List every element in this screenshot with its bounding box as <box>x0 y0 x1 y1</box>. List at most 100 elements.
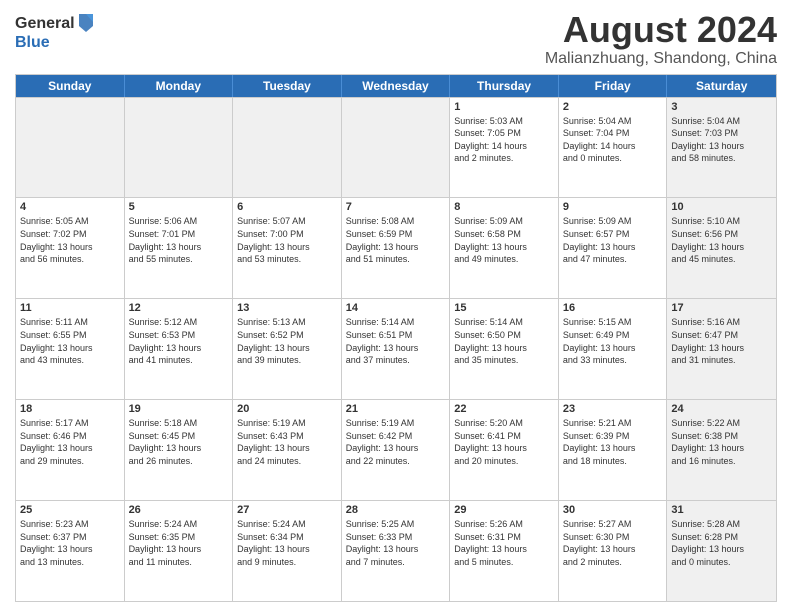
calendar-cell-19: 19Sunrise: 5:18 AM Sunset: 6:45 PM Dayli… <box>125 400 234 500</box>
cell-info: Sunrise: 5:15 AM Sunset: 6:49 PM Dayligh… <box>563 316 663 366</box>
calendar-cell-25: 25 Sunrise: 5:23 AM Sunset: 6:37 PM Dayli… <box>16 501 125 601</box>
cell-info: Sunrise: 5:23 AM Sunset: 6:37 PM Dayligh… <box>20 518 120 568</box>
cell-info: Sunrise: 5:06 AM Sunset: 7:01 PM Dayligh… <box>129 215 229 265</box>
calendar-row-1: 4 Sunrise: 5:05 AM Sunset: 7:02 PM Daylig… <box>16 197 776 298</box>
cell-info: Sunrise: 5:11 AM Sunset: 6:55 PM Dayligh… <box>20 316 120 366</box>
cell-info: Sunrise: 5:20 AM Sunset: 6:41 PM Dayligh… <box>454 417 554 467</box>
day-number: 6 <box>237 201 337 213</box>
logo-icon <box>77 12 95 34</box>
main-title: August 2024 <box>545 10 777 50</box>
day-number: 30 <box>563 504 663 516</box>
cell-info: Sunrise: 5:27 AM Sunset: 6:30 PM Dayligh… <box>563 518 663 568</box>
calendar-cell-7: 7 Sunrise: 5:08 AM Sunset: 6:59 PM Daylig… <box>342 198 451 298</box>
calendar-cell-empty-0 <box>16 98 125 198</box>
day-number: 29 <box>454 504 554 516</box>
cell-info: Sunrise: 5:04 AM Sunset: 7:03 PM Dayligh… <box>671 115 772 165</box>
day-number: 10 <box>671 201 772 213</box>
calendar-row-2: 11 Sunrise: 5:11 AM Sunset: 6:55 PM Dayli… <box>16 298 776 399</box>
day-number: 22 <box>454 403 554 415</box>
cell-info: Sunrise: 5:14 AM Sunset: 6:50 PM Dayligh… <box>454 316 554 366</box>
calendar-cell-4: 4 Sunrise: 5:05 AM Sunset: 7:02 PM Daylig… <box>16 198 125 298</box>
cell-info: Sunrise: 5:16 AM Sunset: 6:47 PM Dayligh… <box>671 316 772 366</box>
page: General Blue August 2024 Malianzhuang, S… <box>0 0 792 612</box>
header-day-friday: Friday <box>559 75 668 97</box>
day-number: 25 <box>20 504 120 516</box>
logo-text: General Blue <box>15 14 95 52</box>
day-number: 27 <box>237 504 337 516</box>
cell-info: Sunrise: 5:12 AM Sunset: 6:53 PM Dayligh… <box>129 316 229 366</box>
day-number: 1 <box>454 101 554 113</box>
day-number: 9 <box>563 201 663 213</box>
cell-info: Sunrise: 5:22 AM Sunset: 6:38 PM Dayligh… <box>671 417 772 467</box>
calendar-cell-17: 17Sunrise: 5:16 AM Sunset: 6:47 PM Dayli… <box>667 299 776 399</box>
header-day-sunday: Sunday <box>16 75 125 97</box>
day-number: 8 <box>454 201 554 213</box>
day-number: 15 <box>454 302 554 314</box>
day-number: 26 <box>129 504 229 516</box>
day-number: 14 <box>346 302 446 314</box>
calendar-cell-26: 26 Sunrise: 5:24 AM Sunset: 6:35 PM Dayli… <box>125 501 234 601</box>
day-number: 2 <box>563 101 663 113</box>
calendar-header: SundayMondayTuesdayWednesdayThursdayFrid… <box>16 75 776 97</box>
day-number: 7 <box>346 201 446 213</box>
cell-info: Sunrise: 5:18 AM Sunset: 6:45 PM Dayligh… <box>129 417 229 467</box>
calendar-cell-9: 9 Sunrise: 5:09 AM Sunset: 6:57 PM Daylig… <box>559 198 668 298</box>
calendar-cell-5: 5 Sunrise: 5:06 AM Sunset: 7:01 PM Daylig… <box>125 198 234 298</box>
header-day-wednesday: Wednesday <box>342 75 451 97</box>
cell-info: Sunrise: 5:14 AM Sunset: 6:51 PM Dayligh… <box>346 316 446 366</box>
calendar-cell-18: 18Sunrise: 5:17 AM Sunset: 6:46 PM Dayli… <box>16 400 125 500</box>
cell-info: Sunrise: 5:21 AM Sunset: 6:39 PM Dayligh… <box>563 417 663 467</box>
calendar-cell-10: 10 Sunrise: 5:10 AM Sunset: 6:56 PM Dayli… <box>667 198 776 298</box>
logo: General Blue <box>15 14 95 52</box>
header-day-tuesday: Tuesday <box>233 75 342 97</box>
calendar-cell-16: 16 Sunrise: 5:15 AM Sunset: 6:49 PM Dayli… <box>559 299 668 399</box>
calendar-cell-22: 22 Sunrise: 5:20 AM Sunset: 6:41 PM Dayli… <box>450 400 559 500</box>
calendar-cell-3: 3Sunrise: 5:04 AM Sunset: 7:03 PM Daylig… <box>667 98 776 198</box>
calendar-cell-23: 23 Sunrise: 5:21 AM Sunset: 6:39 PM Dayli… <box>559 400 668 500</box>
logo-general: General <box>15 15 75 33</box>
calendar-row-3: 18Sunrise: 5:17 AM Sunset: 6:46 PM Dayli… <box>16 399 776 500</box>
day-number: 12 <box>129 302 229 314</box>
day-number: 21 <box>346 403 446 415</box>
calendar-cell-empty-2 <box>233 98 342 198</box>
logo-blue: Blue <box>15 34 95 52</box>
calendar-cell-1: 1Sunrise: 5:03 AM Sunset: 7:05 PM Daylig… <box>450 98 559 198</box>
day-number: 11 <box>20 302 120 314</box>
day-number: 23 <box>563 403 663 415</box>
cell-info: Sunrise: 5:08 AM Sunset: 6:59 PM Dayligh… <box>346 215 446 265</box>
cell-info: Sunrise: 5:04 AM Sunset: 7:04 PM Dayligh… <box>563 115 663 165</box>
header-day-monday: Monday <box>125 75 234 97</box>
calendar-body: 1Sunrise: 5:03 AM Sunset: 7:05 PM Daylig… <box>16 97 776 601</box>
calendar-cell-2: 2 Sunrise: 5:04 AM Sunset: 7:04 PM Daylig… <box>559 98 668 198</box>
day-number: 16 <box>563 302 663 314</box>
cell-info: Sunrise: 5:09 AM Sunset: 6:57 PM Dayligh… <box>563 215 663 265</box>
day-number: 31 <box>671 504 772 516</box>
subtitle: Malianzhuang, Shandong, China <box>545 50 777 68</box>
day-number: 24 <box>671 403 772 415</box>
calendar-cell-31: 31Sunrise: 5:28 AM Sunset: 6:28 PM Dayli… <box>667 501 776 601</box>
cell-info: Sunrise: 5:19 AM Sunset: 6:43 PM Dayligh… <box>237 417 337 467</box>
cell-info: Sunrise: 5:10 AM Sunset: 6:56 PM Dayligh… <box>671 215 772 265</box>
calendar-cell-29: 29Sunrise: 5:26 AM Sunset: 6:31 PM Dayli… <box>450 501 559 601</box>
calendar-cell-empty-1 <box>125 98 234 198</box>
day-number: 5 <box>129 201 229 213</box>
calendar-cell-27: 27Sunrise: 5:24 AM Sunset: 6:34 PM Dayli… <box>233 501 342 601</box>
calendar-cell-empty-3 <box>342 98 451 198</box>
title-block: August 2024 Malianzhuang, Shandong, Chin… <box>545 10 777 68</box>
cell-info: Sunrise: 5:24 AM Sunset: 6:35 PM Dayligh… <box>129 518 229 568</box>
calendar: SundayMondayTuesdayWednesdayThursdayFrid… <box>15 74 777 602</box>
cell-info: Sunrise: 5:19 AM Sunset: 6:42 PM Dayligh… <box>346 417 446 467</box>
day-number: 28 <box>346 504 446 516</box>
calendar-cell-8: 8Sunrise: 5:09 AM Sunset: 6:58 PM Daylig… <box>450 198 559 298</box>
day-number: 4 <box>20 201 120 213</box>
cell-info: Sunrise: 5:05 AM Sunset: 7:02 PM Dayligh… <box>20 215 120 265</box>
calendar-cell-24: 24 Sunrise: 5:22 AM Sunset: 6:38 PM Dayli… <box>667 400 776 500</box>
calendar-row-0: 1Sunrise: 5:03 AM Sunset: 7:05 PM Daylig… <box>16 97 776 198</box>
cell-info: Sunrise: 5:13 AM Sunset: 6:52 PM Dayligh… <box>237 316 337 366</box>
header-day-saturday: Saturday <box>667 75 776 97</box>
calendar-cell-28: 28 Sunrise: 5:25 AM Sunset: 6:33 PM Dayli… <box>342 501 451 601</box>
cell-info: Sunrise: 5:25 AM Sunset: 6:33 PM Dayligh… <box>346 518 446 568</box>
calendar-cell-20: 20Sunrise: 5:19 AM Sunset: 6:43 PM Dayli… <box>233 400 342 500</box>
cell-info: Sunrise: 5:17 AM Sunset: 6:46 PM Dayligh… <box>20 417 120 467</box>
calendar-cell-14: 14 Sunrise: 5:14 AM Sunset: 6:51 PM Dayli… <box>342 299 451 399</box>
